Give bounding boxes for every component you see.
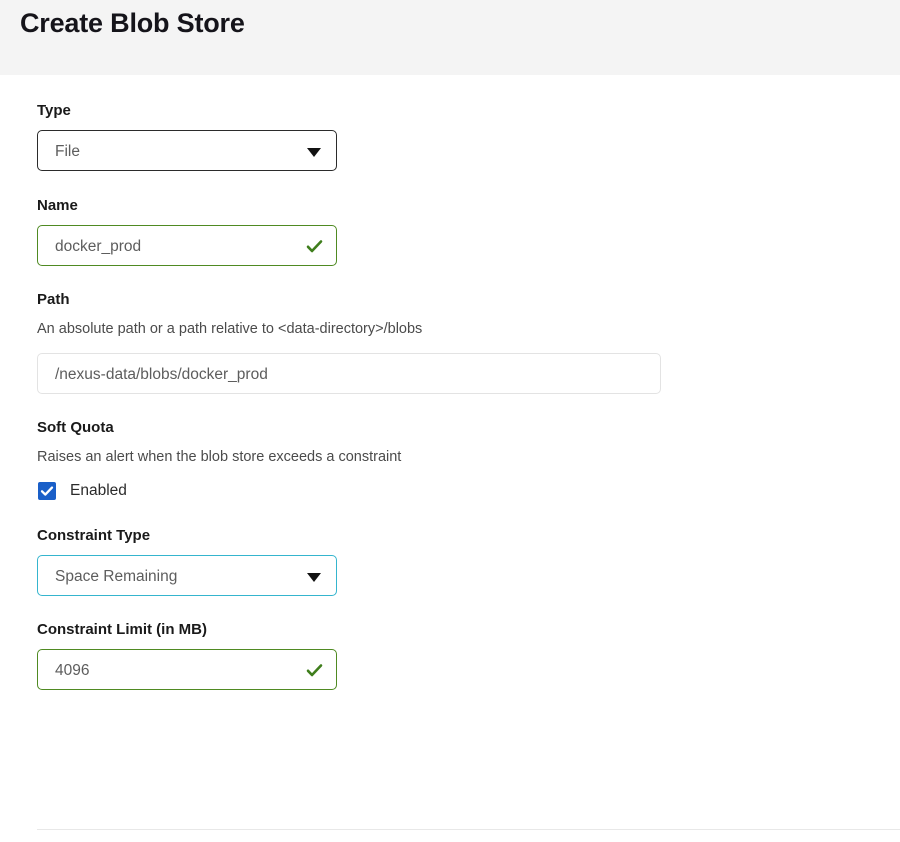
path-input[interactable]: /nexus-data/blobs/docker_prod xyxy=(37,353,661,394)
name-label: Name xyxy=(37,197,78,214)
form-divider xyxy=(37,829,900,830)
type-select-value: File xyxy=(55,143,80,160)
soft-quota-checkbox[interactable] xyxy=(38,482,56,500)
blob-store-form: Type File Name docker_prod Path An absol… xyxy=(13,75,900,690)
chevron-down-icon xyxy=(307,572,321,582)
soft-quota-enabled-row[interactable]: Enabled xyxy=(38,481,900,501)
soft-quota-checkbox-label: Enabled xyxy=(70,482,127,499)
constraint-limit-input[interactable]: 4096 xyxy=(37,649,337,690)
constraint-type-label: Constraint Type xyxy=(37,527,151,544)
path-label: Path xyxy=(37,291,70,308)
name-input[interactable]: docker_prod xyxy=(37,225,337,266)
field-group-type: Type File xyxy=(37,101,900,171)
field-group-constraint-limit: Constraint Limit (in MB) 4096 xyxy=(37,620,900,690)
soft-quota-label: Soft Quota xyxy=(37,419,114,436)
path-input-value: /nexus-data/blobs/docker_prod xyxy=(55,366,268,383)
field-group-constraint-type: Constraint Type Space Remaining xyxy=(37,526,900,596)
blob-store-form-panel: Type File Name docker_prod Path An absol… xyxy=(13,75,900,842)
constraint-limit-input-value: 4096 xyxy=(55,662,90,679)
check-icon xyxy=(305,661,324,680)
type-select[interactable]: File xyxy=(37,130,337,171)
page-title: Create Blob Store xyxy=(20,8,245,38)
field-group-path: Path An absolute path or a path relative… xyxy=(37,290,900,394)
page-header: Create Blob Store xyxy=(0,0,900,75)
field-group-name: Name docker_prod xyxy=(37,196,900,266)
soft-quota-description: Raises an alert when the blob store exce… xyxy=(37,449,402,465)
chevron-down-icon xyxy=(307,147,321,157)
field-group-soft-quota: Soft Quota Raises an alert when the blob… xyxy=(37,418,900,501)
constraint-type-select-value: Space Remaining xyxy=(55,568,178,585)
name-input-value: docker_prod xyxy=(55,238,142,255)
type-label: Type xyxy=(37,102,71,119)
constraint-limit-label: Constraint Limit (in MB) xyxy=(37,621,207,638)
path-description: An absolute path or a path relative to <… xyxy=(37,321,423,337)
check-icon xyxy=(305,237,324,256)
constraint-type-select[interactable]: Space Remaining xyxy=(37,555,337,596)
